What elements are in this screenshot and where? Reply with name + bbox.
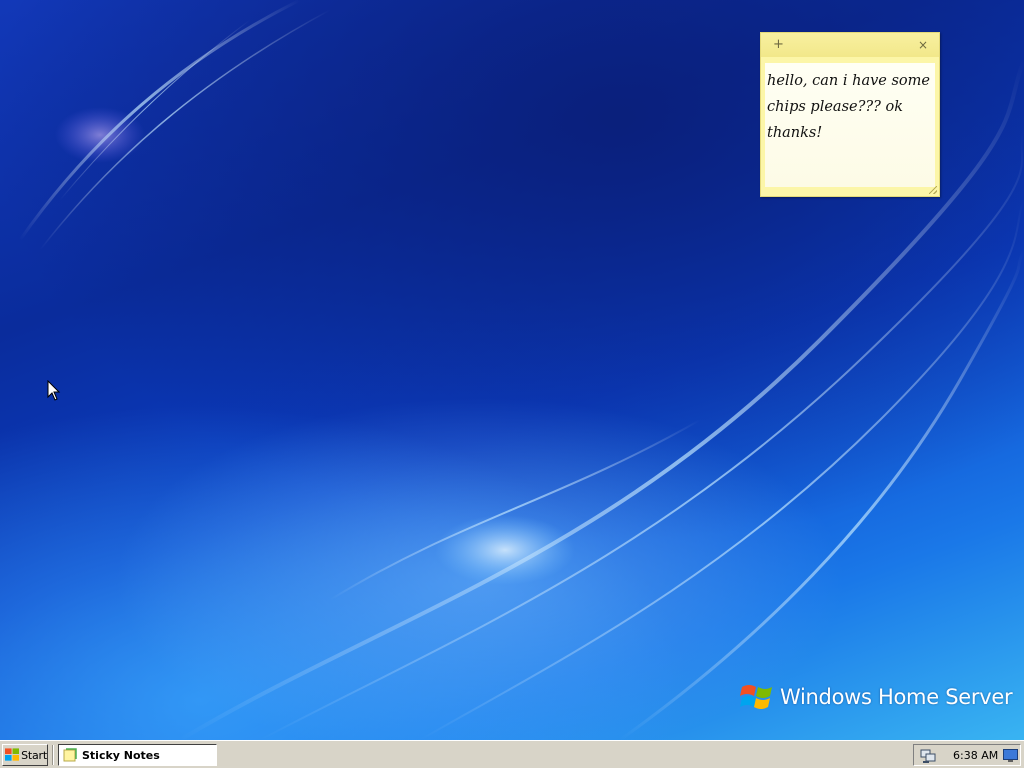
sticky-note-titlebar[interactable]: + × xyxy=(761,33,939,57)
note-line: chips please??? ok xyxy=(767,99,904,115)
close-note-button[interactable]: × xyxy=(918,38,928,52)
note-line: hello, can i have some xyxy=(767,73,930,89)
start-label: Start xyxy=(21,748,47,762)
tray-clock[interactable]: 6:38 AM xyxy=(953,749,998,762)
system-tray: 6:38 AM xyxy=(913,744,1021,766)
sticky-notes-icon xyxy=(63,748,77,762)
windows-flag-icon xyxy=(740,685,772,709)
mouse-pointer-icon xyxy=(47,380,61,401)
windows-home-server-logo: Windows Home Server xyxy=(740,680,1013,714)
resize-grip-icon[interactable] xyxy=(929,186,937,194)
logo-text: Windows Home Server xyxy=(780,685,1013,709)
start-button[interactable]: Start xyxy=(2,744,48,766)
windows-logo-icon xyxy=(5,748,20,761)
taskbar-item-sticky-notes[interactable]: Sticky Notes xyxy=(58,744,217,766)
taskbar: Start Sticky Notes 6:38 AM xyxy=(0,740,1024,768)
network-icon[interactable] xyxy=(920,748,936,764)
note-line: thanks! xyxy=(767,125,823,141)
add-note-button[interactable]: + xyxy=(773,38,784,52)
sticky-note[interactable]: + × hello, can i have some chips please?… xyxy=(760,32,940,197)
taskbar-separator xyxy=(52,745,54,765)
taskbar-item-label: Sticky Notes xyxy=(82,748,160,762)
desktop[interactable]: Windows Home Server + × hello, can i hav… xyxy=(0,0,1024,740)
note-text-area[interactable]: hello, can i have some chips please??? o… xyxy=(765,63,935,187)
show-desktop-icon[interactable] xyxy=(1003,749,1018,763)
